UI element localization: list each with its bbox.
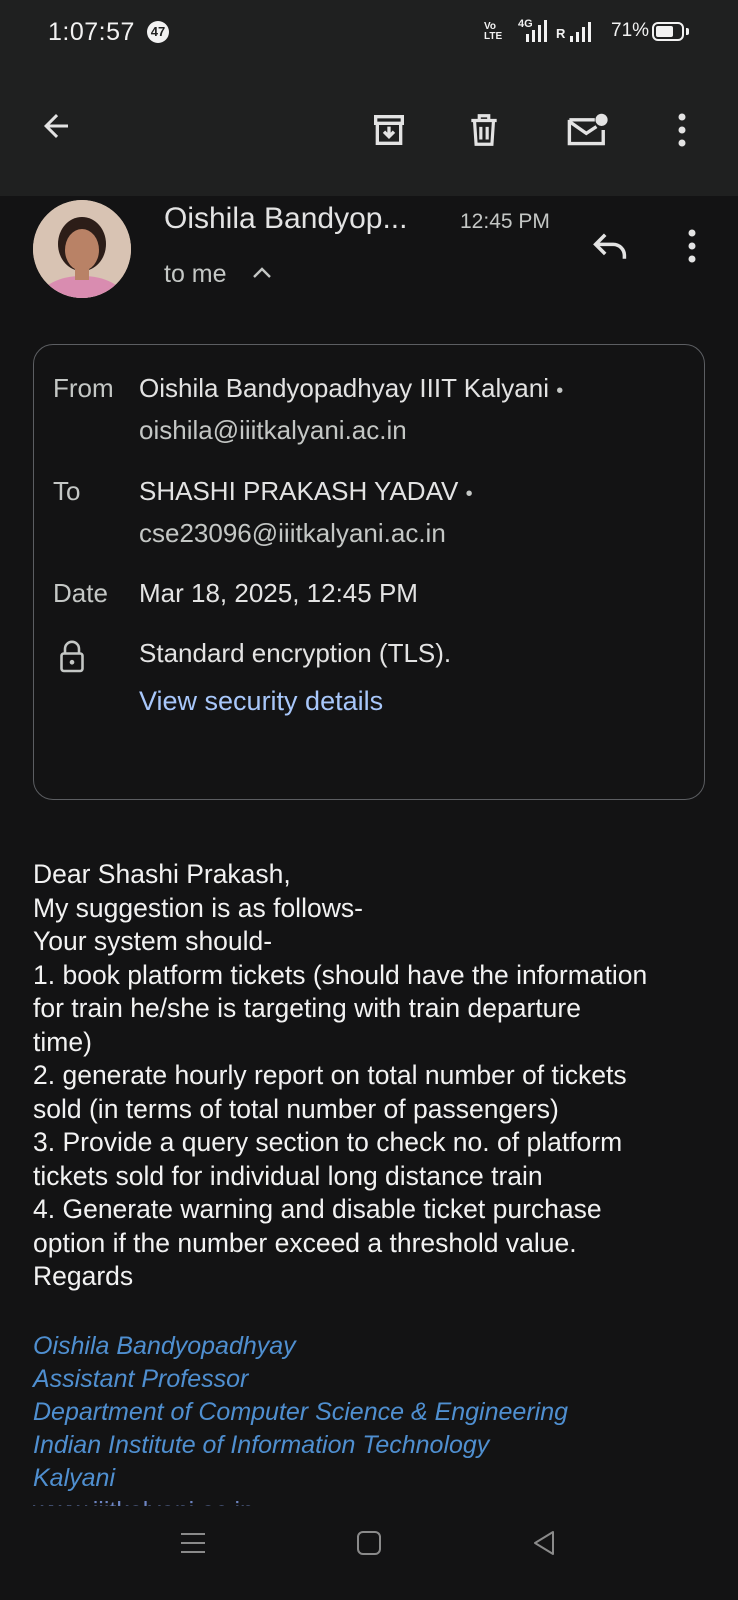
reply-button[interactable] bbox=[584, 220, 636, 272]
signature-line: Department of Computer Science & Enginee… bbox=[33, 1398, 569, 1426]
archive-button[interactable] bbox=[363, 104, 415, 156]
home-icon[interactable] bbox=[356, 1530, 382, 1556]
signal-strength-2-icon bbox=[570, 22, 591, 42]
sender-name[interactable]: Oishila Bandyop... bbox=[164, 202, 407, 236]
signal-strength-icon bbox=[526, 20, 547, 42]
roaming-indicator: R bbox=[556, 26, 566, 41]
delete-icon bbox=[471, 114, 497, 146]
avatar-photo bbox=[33, 200, 131, 298]
signature-block: Oishila Bandyopadhyay Assistant Professor… bbox=[33, 1330, 568, 1528]
body-line: Your system should- bbox=[33, 926, 273, 956]
body-line: 1. book platform tickets (should have th… bbox=[33, 959, 648, 990]
from-label: From bbox=[53, 373, 114, 403]
lock-icon bbox=[60, 640, 84, 673]
battery-percent: 71% bbox=[611, 20, 650, 41]
reply-icon bbox=[593, 233, 627, 259]
back-button[interactable] bbox=[30, 100, 82, 152]
date-label: Date bbox=[53, 578, 108, 608]
status-time: 1:07:57 bbox=[48, 18, 135, 46]
body-line: option if the number exceed a threshold … bbox=[33, 1227, 577, 1258]
more-options-button[interactable] bbox=[660, 104, 704, 156]
body-line: Dear Shashi Prakash, bbox=[33, 859, 291, 889]
volte-label: Vo LTE bbox=[484, 21, 503, 42]
signature-line: Kalyani bbox=[33, 1464, 115, 1492]
body-line: Regards bbox=[33, 1261, 134, 1291]
signature-line: Oishila Bandyopadhyay bbox=[33, 1332, 296, 1360]
signature-line: Indian Institute of Information Technolo… bbox=[33, 1431, 490, 1459]
separator-dot: • bbox=[465, 483, 473, 505]
encryption-text: Standard encryption (TLS). bbox=[139, 638, 452, 668]
body-line: 3. Provide a query section to check no. … bbox=[33, 1127, 623, 1157]
delete-button[interactable] bbox=[458, 104, 510, 156]
body-line: 2. generate hourly report on total numbe… bbox=[33, 1060, 627, 1090]
body-line: 4. Generate warning and disable ticket p… bbox=[33, 1194, 602, 1224]
battery-icon bbox=[652, 22, 684, 41]
view-security-details-link[interactable]: View security details bbox=[139, 686, 383, 717]
mark-unread-icon bbox=[567, 113, 608, 146]
from-email[interactable]: oishila@iiitkalyani.ac.in bbox=[139, 415, 407, 446]
more-vert-icon bbox=[678, 113, 686, 147]
body-line: for train he/she is targeting with train… bbox=[33, 993, 581, 1023]
message-details-card bbox=[33, 344, 705, 800]
signature-line: Assistant Professor bbox=[33, 1365, 249, 1393]
to-name-text: SHASHI PRAKASH YADAV bbox=[139, 476, 459, 506]
message-body: Dear Shashi Prakash, My suggestion is as … bbox=[33, 858, 723, 1294]
chevron-up-icon[interactable] bbox=[252, 266, 272, 280]
to-name: SHASHI PRAKASH YADAV • bbox=[139, 476, 473, 507]
message-time: 12:45 PM bbox=[460, 210, 550, 233]
to-email[interactable]: cse23096@iiitkalyani.ac.in bbox=[139, 518, 446, 549]
separator-dot: • bbox=[556, 380, 564, 402]
to-label: To bbox=[53, 476, 81, 506]
back-arrow-icon bbox=[44, 114, 68, 138]
from-name-text: Oishila Bandyopadhyay IIIT Kalyani bbox=[139, 373, 549, 403]
body-line: My suggestion is as follows- bbox=[33, 892, 363, 923]
volte-indicator: Vo LTE bbox=[484, 22, 510, 42]
more-vert-icon bbox=[688, 229, 696, 263]
archive-icon bbox=[374, 115, 404, 145]
message-more-button[interactable] bbox=[672, 220, 712, 272]
recipient-summary[interactable]: to me bbox=[164, 260, 227, 289]
recents-icon[interactable] bbox=[179, 1530, 207, 1556]
mark-unread-button[interactable] bbox=[560, 104, 616, 156]
battery-tip bbox=[686, 28, 689, 35]
notification-count-badge: 47 bbox=[147, 21, 169, 43]
body-line: sold (in terms of total number of passen… bbox=[33, 1093, 559, 1124]
body-line: tickets sold for individual long distanc… bbox=[33, 1160, 543, 1191]
body-line: time) bbox=[33, 1026, 92, 1057]
date-value: Mar 18, 2025, 12:45 PM bbox=[139, 578, 418, 608]
back-nav-icon[interactable] bbox=[531, 1529, 557, 1557]
sender-avatar[interactable] bbox=[33, 200, 131, 298]
from-name: Oishila Bandyopadhyay IIIT Kalyani • bbox=[139, 373, 563, 404]
battery-fill bbox=[656, 26, 673, 37]
